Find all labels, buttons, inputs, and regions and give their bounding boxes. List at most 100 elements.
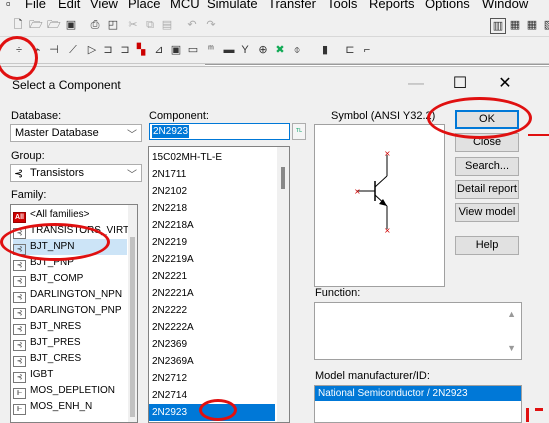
list-item[interactable]: ⊩ MOS_ENH_N [13, 399, 127, 415]
list-item[interactable]: ⊰ DARLINGTON_PNP [13, 303, 127, 319]
view-model-button[interactable]: View model [455, 203, 519, 222]
place-connector-icon[interactable]: ⌽ [290, 43, 304, 57]
place-advanced-icon[interactable]: ▬ [222, 43, 236, 57]
annotation-circle [427, 97, 532, 139]
family-scrollbar-thumb[interactable] [130, 237, 135, 417]
place-mcu-icon[interactable]: ▮ [318, 43, 332, 57]
print-icon[interactable]: ⎙ [88, 18, 102, 32]
print-preview-icon[interactable]: ◰ [106, 18, 120, 32]
annotation-mark [535, 408, 543, 411]
list-item[interactable]: 2N2221 [152, 268, 274, 285]
place-electromechanical-icon[interactable]: ⊕ [256, 43, 270, 57]
bjt-cres-icon: ⊰ [13, 356, 26, 367]
calendar-toolbar-icon[interactable]: ▦ [525, 18, 539, 32]
list-item[interactable]: ⊰ BJT_CRES [13, 351, 127, 367]
annotation-mark [526, 408, 529, 422]
list-item[interactable]: ⊰ BJT_NRES [13, 319, 127, 335]
list-item[interactable]: 2N2218A [152, 217, 274, 234]
list-item[interactable]: 2N2219A [152, 251, 274, 268]
maximize-icon[interactable]: ☐ [440, 72, 480, 96]
component-label: Component: [149, 110, 209, 122]
list-item[interactable]: 2N1711 [152, 166, 274, 183]
open-folder-icon[interactable]: 🗁 [29, 18, 43, 32]
component-scrollbar[interactable] [277, 147, 289, 422]
paste-icon[interactable]: ▤ [160, 18, 174, 32]
window-toolbar-icon[interactable]: ▥ [490, 18, 506, 34]
hierarchical-block-icon[interactable]: ⊏ [343, 43, 357, 57]
mos-depletion-icon: ⊩ [13, 388, 26, 399]
place-ttl-icon[interactable]: ⊐ [101, 43, 115, 57]
group-select[interactable]: ⊰ Transistors ﹀ [10, 164, 142, 182]
place-ni-icon[interactable]: ✖ [273, 43, 287, 57]
grid-toolbar-icon[interactable]: ▦ [508, 18, 522, 32]
list-item[interactable]: 2N2102 [152, 183, 274, 200]
model-list-item[interactable]: National Semiconductor / 2N2923 [315, 386, 521, 401]
minimize-icon[interactable]: — [396, 72, 436, 96]
bus-icon[interactable]: ⌐ [360, 43, 374, 57]
help-button[interactable]: Help [455, 236, 519, 255]
menu-place[interactable]: Place [128, 0, 161, 12]
place-misc-icon[interactable]: ᵐ [204, 43, 218, 57]
list-item[interactable]: 2N2222 [152, 302, 274, 319]
close-window-icon[interactable]: ✕ [485, 72, 525, 96]
place-cmos-icon[interactable]: ⊐ [118, 43, 132, 57]
open-sample-icon[interactable]: 🗁 [47, 18, 61, 32]
menu-file[interactable]: File [25, 0, 46, 12]
scroll-up-icon[interactable]: ▲ [507, 309, 516, 319]
menu-simulate[interactable]: Simulate [207, 0, 258, 12]
list-item[interactable]: All <All families> [13, 207, 127, 223]
filter-icon[interactable]: ᵀᴸ [292, 123, 306, 140]
menu-bar: ▫ File Edit View Place MCU Simulate Tran… [0, 0, 549, 14]
menu-reports[interactable]: Reports [369, 0, 415, 12]
component-input[interactable]: 2N2923 [149, 123, 290, 140]
annotation-circle [199, 399, 237, 421]
component-list[interactable]: 15C02MH-TL-E 2N1711 2N2102 2N2218 2N2218… [148, 146, 290, 423]
function-textarea[interactable]: ▲ ▼ [314, 302, 522, 360]
place-diode-icon[interactable]: ⊣ [47, 43, 61, 57]
place-rf-icon[interactable]: Y [238, 43, 252, 57]
list-item[interactable]: 2N2218 [152, 200, 274, 217]
chevron-down-icon: ﹀ [127, 170, 137, 181]
list-item[interactable]: 15C02MH-TL-E [152, 149, 274, 166]
detail-report-button[interactable]: Detail report [455, 180, 519, 199]
list-item[interactable]: 2N2369 [152, 336, 274, 353]
place-analog-icon[interactable]: ▷ [85, 43, 99, 57]
menu-window[interactable]: Window [482, 0, 528, 12]
copy-icon[interactable]: ⧉ [143, 18, 157, 32]
place-power-icon[interactable]: ▭ [186, 43, 200, 57]
list-item[interactable]: 2N2219 [152, 234, 274, 251]
menu-mcu[interactable]: MCU [170, 0, 200, 12]
list-item[interactable]: 2N2221A [152, 285, 274, 302]
place-mixed-icon[interactable]: ⊿ [152, 43, 166, 57]
list-item[interactable]: ⊰ DARLINGTON_NPN [13, 287, 127, 303]
list-item[interactable]: 2N2222A [152, 319, 274, 336]
component-scrollbar-thumb[interactable] [281, 167, 285, 189]
save-icon[interactable]: ▣ [64, 18, 78, 32]
cut-icon[interactable]: ✂ [126, 18, 140, 32]
menu-file-icon[interactable]: ▫ [6, 0, 11, 12]
overflow-toolbar-icon[interactable]: ▧ [542, 18, 549, 32]
database-select[interactable]: Master Database ﹀ [10, 124, 142, 142]
menu-tools[interactable]: Tools [327, 0, 357, 12]
list-item[interactable]: 2N2712 [152, 370, 274, 387]
list-item[interactable]: ⊰ IGBT [13, 367, 127, 383]
menu-transfer[interactable]: Transfer [268, 0, 316, 12]
place-misc-digital-icon[interactable]: ▚ [134, 43, 148, 57]
scroll-down-icon[interactable]: ▼ [507, 343, 516, 353]
search-button[interactable]: Search... [455, 157, 519, 176]
place-indicator-icon[interactable]: ▣ [169, 43, 183, 57]
undo-icon[interactable]: ↶ [185, 18, 199, 32]
list-item[interactable]: ⊩ MOS_DEPLETION [13, 383, 127, 399]
list-item[interactable]: 2N2369A [152, 353, 274, 370]
list-item[interactable]: ⊰ BJT_PRES [13, 335, 127, 351]
family-scrollbar[interactable] [128, 205, 137, 422]
menu-options[interactable]: Options [425, 0, 470, 12]
redo-icon[interactable]: ↷ [204, 18, 218, 32]
new-file-icon[interactable]: 🗋 [11, 18, 25, 32]
place-transistor-icon[interactable]: ⟋ [66, 43, 80, 57]
model-list[interactable]: National Semiconductor / 2N2923 [314, 385, 522, 423]
list-item[interactable]: ⊰ BJT_COMP [13, 271, 127, 287]
menu-view[interactable]: View [90, 0, 118, 12]
complementary-transistor-icon: ⊰ [13, 276, 26, 287]
menu-edit[interactable]: Edit [58, 0, 80, 12]
